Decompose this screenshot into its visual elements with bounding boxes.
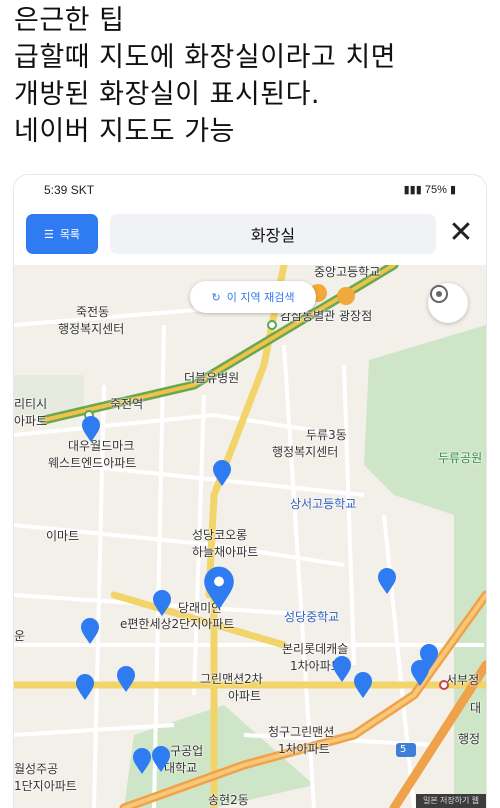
label-green-mansion-2-apt: 아파트 <box>228 689 262 703</box>
research-area-label: 이 지역 재검색 <box>226 291 295 304</box>
label-seongdang-middle: 성당중학교 <box>284 610 340 624</box>
toilet-pin[interactable] <box>81 415 101 443</box>
label-seongdang-korong: 성당코오롱 <box>192 528 248 542</box>
toilet-pin[interactable] <box>419 643 439 671</box>
search-bar: ☰ 목록 화장실 ✕ <box>14 209 486 265</box>
label-dublew-hospital: 더블유병원 <box>184 371 240 385</box>
watermark: 일본 저장하기 웹 <box>416 794 486 808</box>
close-icon[interactable]: ✕ <box>446 217 476 251</box>
label-songhyeon: 송현2동 <box>208 793 249 807</box>
toilet-pin[interactable] <box>116 665 136 693</box>
post-line-4: 네이버 지도도 가능 <box>14 116 235 147</box>
label-cheonggu-green: 청구그린맨션 <box>268 725 335 739</box>
label-bottom-left2: 1단지아파트 <box>14 779 77 793</box>
label-durew-park: 두류공원 <box>438 451 483 465</box>
signal-icon: ▮▮▮ <box>403 184 425 196</box>
location-target-icon <box>430 285 448 303</box>
label-sangseo-school: 상서고등학교 <box>290 497 357 511</box>
battery-icon: ▮ <box>449 184 456 196</box>
label-right-dae: 대 <box>470 701 482 715</box>
label-cheonggu-apt: 1차아파트 <box>278 742 330 756</box>
toilet-pin[interactable] <box>80 617 100 645</box>
label-left-apt1: 리티시 <box>14 397 48 411</box>
toilet-pin[interactable] <box>212 459 232 487</box>
toilet-pin[interactable] <box>75 673 95 701</box>
battery-percent: 75% <box>424 184 447 196</box>
label-west-end: 웨스트엔드아파트 <box>48 456 137 470</box>
phone-screenshot: 5:39 SKT ▮▮▮ 75% ▮ ☰ 목록 화장실 ✕ 죽전동 행정복지센터… <box>14 175 486 808</box>
label-haneulchae: 하늘채아파트 <box>192 545 259 559</box>
label-jukjeon-station: 죽전역 <box>110 397 144 411</box>
research-area-button[interactable]: ↻ 이 지역 재검색 <box>190 281 316 313</box>
toilet-pin[interactable] <box>377 567 397 595</box>
label-gukgong: 구공업 <box>170 744 204 758</box>
search-input[interactable]: 화장실 <box>110 214 436 254</box>
label-jungang-high: 중앙고등학교 <box>314 265 381 279</box>
status-time: 5:39 SKT <box>44 183 95 197</box>
map-canvas <box>14 265 486 808</box>
toilet-pin[interactable] <box>132 747 152 775</box>
post-text: 은근한 팁 급할때 지도에 화장실이라고 치면 개방된 화장실이 표시된다. 네… <box>14 2 494 150</box>
status-bar: 5:39 SKT ▮▮▮ 75% ▮ <box>14 175 486 209</box>
label-left-apt2: 아파트 <box>14 414 48 428</box>
label-pyeonhan: e편한세상2단지아파트 <box>120 617 235 631</box>
label-jukjeon-center: 행정복지센터 <box>58 322 125 336</box>
current-location-button[interactable] <box>428 283 468 323</box>
toilet-pin[interactable] <box>353 671 373 699</box>
map-view[interactable]: 죽전동 행정복지센터 더블유병원 죽전역 대우월드마크 웨스트엔드아파트 이마트… <box>14 265 486 808</box>
label-durew3-dong: 두류3동 <box>306 428 347 442</box>
route-5-badge: 5 <box>400 744 407 755</box>
label-daewoo-mark: 대우월드마크 <box>68 439 135 453</box>
toilet-pin-selected[interactable] <box>202 565 236 611</box>
label-emart: 이마트 <box>46 529 80 543</box>
label-right-haengjeong: 행정 <box>458 732 481 746</box>
status-right: ▮▮▮ 75% ▮ <box>404 183 456 196</box>
toilet-pin[interactable] <box>152 589 172 617</box>
list-icon: ☰ <box>43 228 54 241</box>
label-durew3-center: 행정복지센터 <box>272 445 339 459</box>
toilet-pin[interactable] <box>332 655 352 683</box>
label-jukjeon-dong: 죽전동 <box>76 305 110 319</box>
label-left-un: 운 <box>14 629 26 643</box>
post-line-3: 개방된 화장실이 표시된다. <box>14 79 320 110</box>
list-button[interactable]: ☰ 목록 <box>26 214 98 254</box>
label-bottom-left1: 월성주공 <box>14 762 59 776</box>
label-seobu-station: 서부정 <box>446 673 480 687</box>
label-green-mansion-2: 그린맨션2차 <box>200 672 263 686</box>
refresh-icon: ↻ <box>211 290 221 304</box>
toilet-pin[interactable] <box>151 745 171 773</box>
post-line-2: 급할때 지도에 화장실이라고 치면 <box>14 42 397 73</box>
post-line-1: 은근한 팁 <box>14 5 125 36</box>
list-button-label: 목록 <box>59 229 81 241</box>
